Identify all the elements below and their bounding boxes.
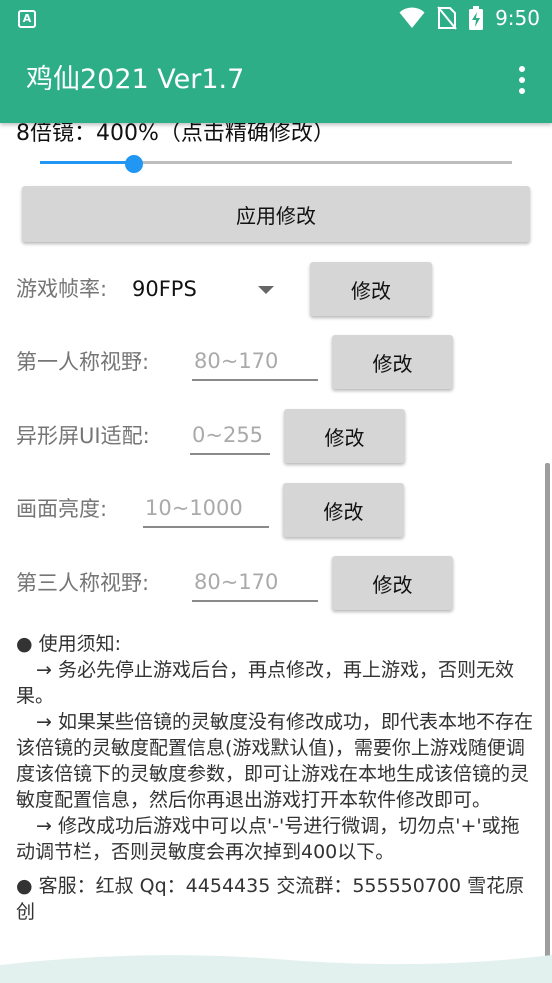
notch-ui-input[interactable]: 0~255 xyxy=(190,421,270,455)
battery-charging-icon xyxy=(469,6,484,30)
no-sim-icon xyxy=(437,6,457,30)
notice-heading: ● 使用须知: xyxy=(16,633,122,655)
brightness-label: 画面亮度: xyxy=(16,497,108,521)
first-person-fov-input[interactable]: 80~170 xyxy=(192,347,318,381)
slider-fill xyxy=(40,161,135,164)
slider-thumb[interactable] xyxy=(125,155,144,173)
apply-changes-button[interactable]: 应用修改 xyxy=(22,186,530,242)
notch-ui-label: 异形屏UI适配: xyxy=(16,424,150,448)
dropdown-arrow-icon[interactable] xyxy=(258,286,274,294)
third-person-fov-input[interactable]: 80~170 xyxy=(192,568,318,602)
app-notification-icon: A xyxy=(18,10,36,28)
third-person-fov-label: 第三人称视野: xyxy=(16,571,150,595)
status-icons: 9:50 xyxy=(399,6,540,30)
scope-sensitivity-label[interactable]: 8倍镜：400%（点击精确修改） xyxy=(16,123,335,147)
fps-spinner[interactable]: 90FPS xyxy=(132,275,197,303)
brightness-input[interactable]: 10~1000 xyxy=(143,494,269,528)
status-bar: A 9:50 xyxy=(0,0,552,38)
third-person-fov-modify-button[interactable]: 修改 xyxy=(332,556,453,610)
status-time: 9:50 xyxy=(495,6,540,30)
first-person-fov-label: 第一人称视野: xyxy=(16,350,150,374)
decorative-wave xyxy=(0,955,552,983)
contact-info: ● 客服：红叔 Qq：4454435 交流群：555550700 雪花原创 xyxy=(16,875,525,923)
scrollbar[interactable] xyxy=(545,463,550,983)
overflow-menu-icon[interactable] xyxy=(510,62,534,98)
main-content: 8倍镜：400%（点击精确修改） 应用修改 游戏帧率: 90FPS 修改 第一人… xyxy=(0,123,552,983)
app-bar: A 9:50 鸡仙2021 Ver1.7 xyxy=(0,0,552,123)
scope-sensitivity-slider[interactable] xyxy=(40,155,512,173)
fps-modify-button[interactable]: 修改 xyxy=(310,262,432,316)
notice-line: → 务必先停止游戏后台，再点修改，再上游戏，否则无效果。 xyxy=(16,659,514,707)
brightness-modify-button[interactable]: 修改 xyxy=(283,483,404,537)
notice-line: → 如果某些倍镜的灵敏度没有修改成功，即代表本地不存在该倍镜的灵敏度配置信息(游… xyxy=(16,711,533,811)
wifi-icon xyxy=(399,7,425,28)
notch-ui-modify-button[interactable]: 修改 xyxy=(284,409,405,463)
notice-line: → 修改成功后游戏中可以点'-'号进行微调，切勿点'+'或拖动调节栏，否则灵敏度… xyxy=(16,815,520,863)
fps-label: 游戏帧率: xyxy=(16,277,108,301)
first-person-fov-modify-button[interactable]: 修改 xyxy=(332,335,453,389)
usage-notice: ● 使用须知: → 务必先停止游戏后台，再点修改，再上游戏，否则无效果。 → 如… xyxy=(16,631,538,925)
app-title: 鸡仙2021 Ver1.7 xyxy=(26,64,245,95)
